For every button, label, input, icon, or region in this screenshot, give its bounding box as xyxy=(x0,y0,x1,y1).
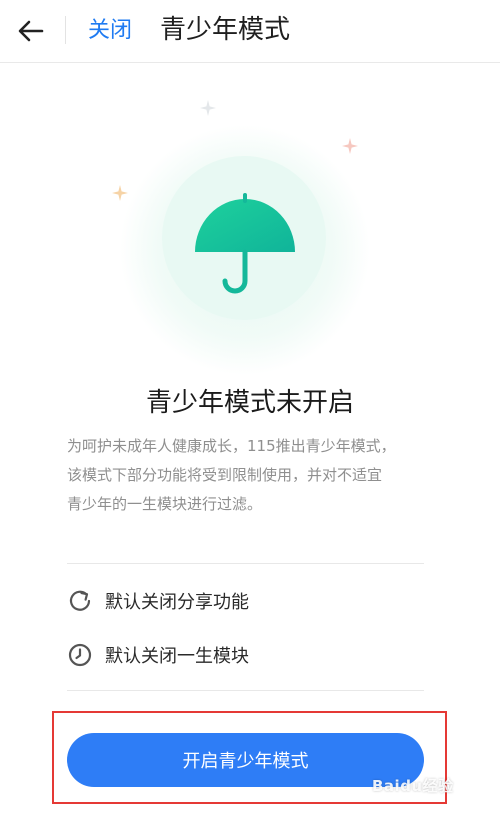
sparkle-icon xyxy=(112,185,128,201)
umbrella-icon xyxy=(195,193,295,294)
clock-icon xyxy=(68,643,92,667)
back-arrow-icon xyxy=(18,20,44,42)
feature-item-module: 默认关闭一生模块 xyxy=(67,640,249,670)
feature-label: 默认关闭一生模块 xyxy=(105,646,249,667)
enable-youth-mode-button[interactable]: 开启青少年模式 xyxy=(67,733,424,787)
hero-illustration xyxy=(120,125,370,375)
description-line: 该模式下部分功能将受到限制使用，并对不适宜 xyxy=(67,466,383,484)
description-line: 青少年的一生模块进行过滤。 xyxy=(67,495,263,513)
close-button[interactable]: 关闭 xyxy=(88,14,132,48)
top-bar: 关闭 青少年模式 xyxy=(0,0,500,63)
description-line: 为呵护未成年人健康成长，115推出青少年模式， xyxy=(67,437,396,455)
description: 为呵护未成年人健康成长，115推出青少年模式， 该模式下部分功能将受到限制使用，… xyxy=(67,432,437,519)
share-restricted-icon xyxy=(69,590,91,611)
sparkle-icon xyxy=(200,100,216,116)
divider xyxy=(67,690,424,691)
back-button[interactable] xyxy=(14,14,48,48)
feature-label: 默认关闭分享功能 xyxy=(105,592,249,613)
divider xyxy=(67,563,424,564)
page-title: 青少年模式 xyxy=(160,15,291,45)
feature-item-share: 默认关闭分享功能 xyxy=(67,586,249,616)
header-divider xyxy=(65,16,66,44)
watermark: Baidu经验 xyxy=(372,777,454,795)
status-title: 青少年模式未开启 xyxy=(145,388,354,418)
sparkle-icon xyxy=(342,138,358,154)
